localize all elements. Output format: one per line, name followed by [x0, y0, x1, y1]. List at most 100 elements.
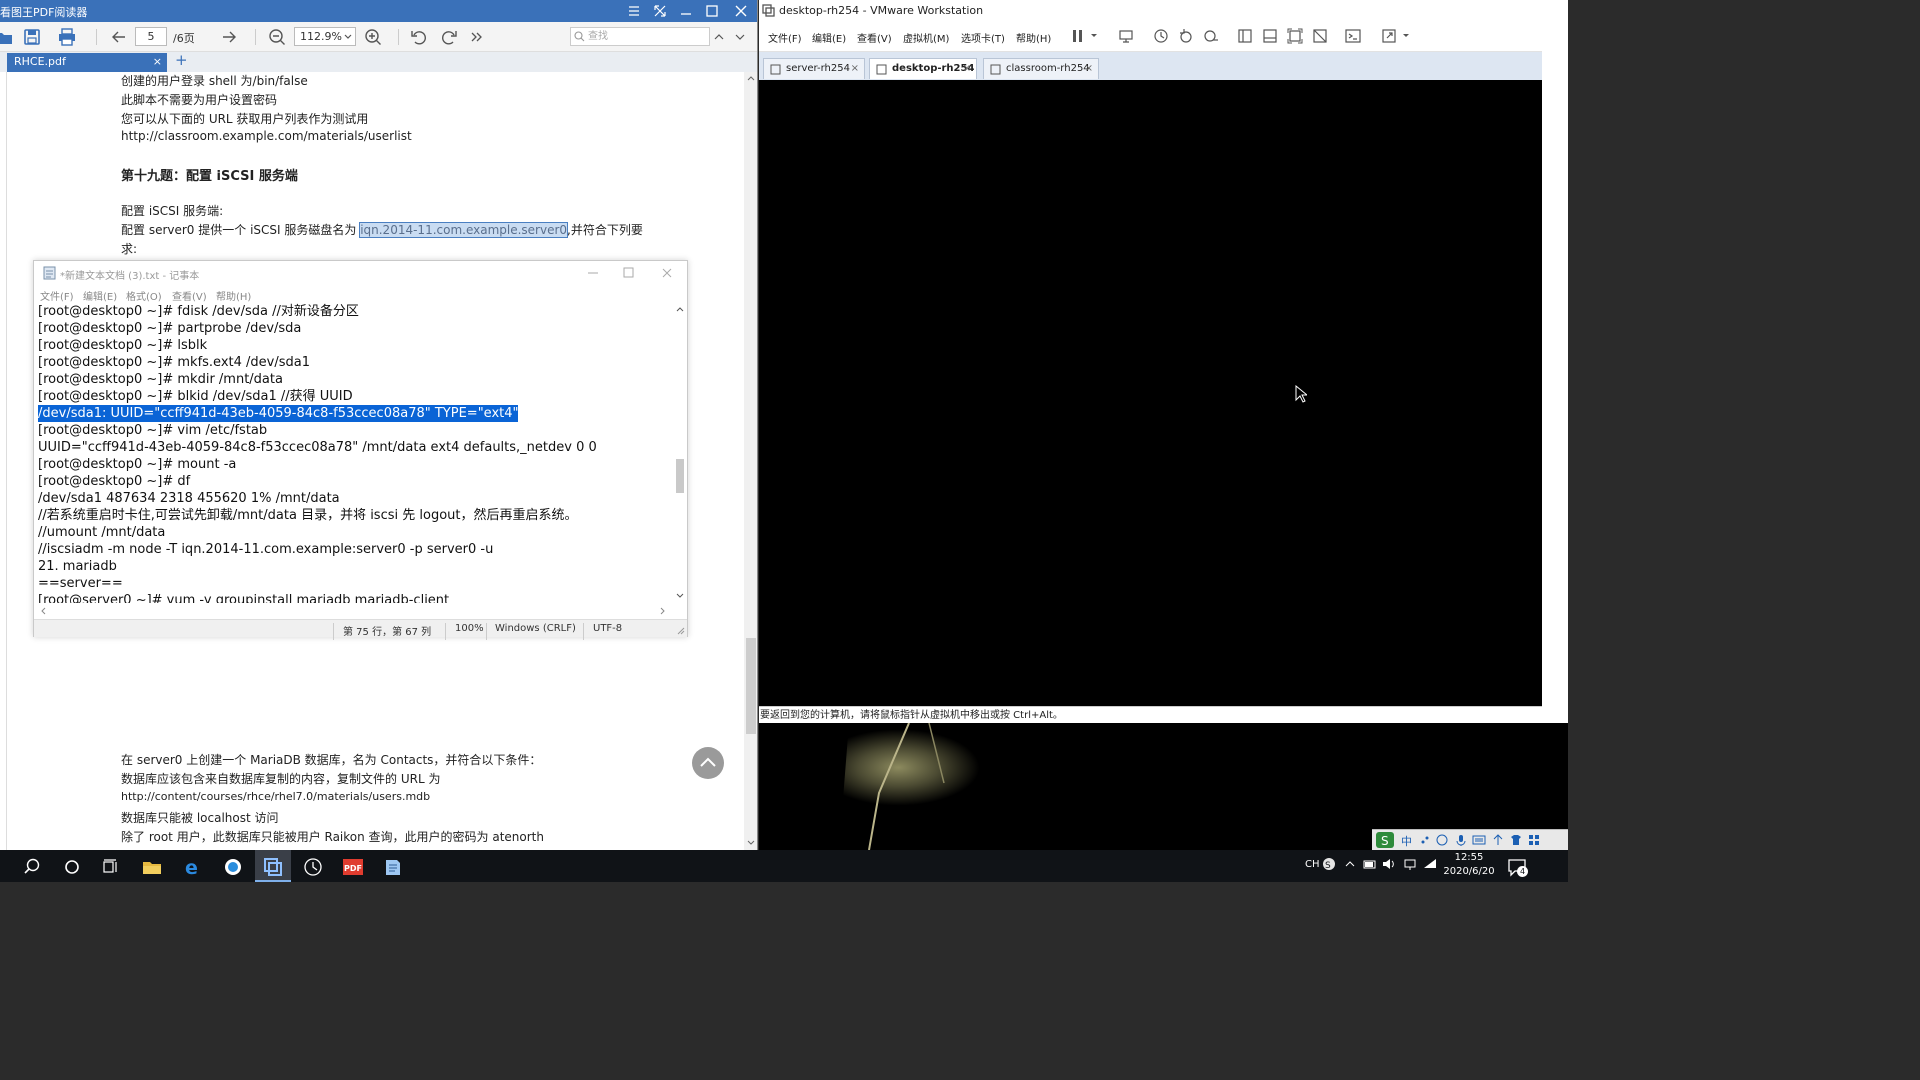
zoom-out-icon[interactable] [267, 27, 287, 47]
menu-help[interactable]: 帮助(H) [216, 288, 251, 303]
chevron-down-icon[interactable] [1090, 32, 1098, 40]
tshirt-icon[interactable] [1510, 834, 1522, 846]
pdf-tab-rhce[interactable]: RHCE.pdf × [7, 53, 167, 72]
vm-tab-desktop[interactable]: desktop-rh254 × [869, 58, 977, 79]
more-icon[interactable] [466, 27, 486, 47]
search-prev-icon[interactable] [710, 27, 730, 47]
full-screen-icon[interactable] [1287, 28, 1303, 44]
menu-format[interactable]: 格式(O) [126, 288, 162, 303]
menu-edit[interactable]: 编辑(E) [83, 288, 117, 303]
file-explorer-icon[interactable] [141, 856, 163, 878]
library-view-icon[interactable] [1237, 28, 1253, 44]
close-tab-icon[interactable]: × [851, 59, 859, 79]
notepad-vertical-scrollbar[interactable] [673, 303, 687, 603]
close-tab-icon[interactable]: × [963, 59, 971, 79]
sogou-tray-icon[interactable]: S [1321, 856, 1343, 878]
vm-display[interactable] [759, 80, 1542, 706]
rotate-left-icon[interactable] [409, 27, 429, 47]
notepad-icon[interactable] [382, 856, 404, 878]
toolbox-icon[interactable] [1528, 834, 1540, 846]
unity-icon[interactable] [1312, 28, 1328, 44]
menu-file[interactable]: 文件(F) [40, 288, 74, 303]
pdf-link[interactable]: http://content/courses/rhce/rhel7.0/mate… [121, 790, 430, 803]
chevron-up-icon[interactable] [1342, 856, 1364, 878]
next-page-icon[interactable] [219, 27, 239, 47]
snapshot-manager-icon[interactable] [1203, 28, 1219, 44]
zoom-select[interactable]: 112.9% [294, 27, 356, 46]
sogou-logo-icon[interactable]: S [1375, 831, 1395, 849]
pdf-scroll-thumb[interactable] [746, 638, 756, 734]
fullscreen-icon[interactable] [652, 3, 670, 19]
vm-tab-classroom[interactable]: classroom-rh254 × [983, 58, 1099, 79]
microphone-icon[interactable] [1455, 834, 1467, 846]
menu-icon[interactable] [626, 3, 644, 19]
minimize-button[interactable] [678, 3, 696, 19]
search-input[interactable]: 查找 [570, 27, 710, 46]
menu-view[interactable]: 查看(V) [857, 30, 892, 45]
vm-tab-server[interactable]: server-rh254 × [763, 58, 865, 79]
maximize-button[interactable] [622, 266, 636, 280]
cortana-icon[interactable] [61, 856, 83, 878]
edge-icon[interactable]: e [182, 856, 204, 878]
zoom-in-icon[interactable] [363, 27, 383, 47]
menu-tabs[interactable]: 选项卡(T) [961, 30, 1005, 45]
stretch-icon[interactable] [1381, 28, 1397, 44]
system-clock[interactable]: 12:55 2020/6/20 [1438, 851, 1500, 879]
menu-vm[interactable]: 虚拟机(M) [903, 30, 949, 45]
add-tab-icon[interactable]: + [175, 51, 188, 69]
menu-file[interactable]: 文件(F) [768, 30, 802, 45]
search-next-icon[interactable] [731, 27, 751, 47]
punctuation-icon[interactable] [1419, 834, 1431, 846]
snapshot-icon[interactable] [1153, 28, 1169, 44]
send-ctrl-alt-del-icon[interactable] [1118, 28, 1134, 44]
revert-snapshot-icon[interactable] [1178, 28, 1194, 44]
open-folder-icon[interactable] [0, 27, 14, 47]
chat-app-icon[interactable] [222, 856, 244, 878]
pdf-scrollbar[interactable] [744, 72, 757, 850]
page-number-input[interactable]: 5 [135, 27, 167, 46]
close-tab-icon[interactable]: × [153, 53, 162, 71]
menu-edit[interactable]: 编辑(E) [812, 30, 846, 45]
save-icon[interactable] [22, 27, 42, 47]
scroll-right-icon[interactable] [660, 607, 666, 615]
emoji-icon[interactable] [1436, 834, 1448, 846]
menu-view[interactable]: 查看(V) [172, 288, 207, 303]
notepad-horizontal-scrollbar[interactable] [38, 604, 673, 618]
minimize-button[interactable] [586, 266, 600, 280]
chevron-down-icon[interactable] [1402, 32, 1410, 40]
ime-mode[interactable]: 中 [1401, 833, 1412, 849]
resize-grip-icon[interactable] [676, 626, 685, 635]
highlighted-text[interactable]: iqn.2014-11.com.example.server0 [359, 222, 569, 238]
close-button[interactable] [660, 266, 674, 280]
skin-icon[interactable] [1492, 834, 1504, 846]
clock-app-icon[interactable] [302, 856, 324, 878]
scroll-up-icon[interactable] [676, 306, 684, 312]
scroll-up-icon[interactable] [747, 75, 755, 81]
notepad-scroll-thumb[interactable] [676, 459, 684, 493]
volume-icon[interactable] [1381, 856, 1403, 878]
console-icon[interactable] [1345, 28, 1361, 44]
thumbnail-view-icon[interactable] [1262, 28, 1278, 44]
maximize-button[interactable] [704, 3, 722, 19]
search-icon[interactable] [23, 856, 45, 878]
network-icon[interactable] [1402, 856, 1424, 878]
close-button[interactable] [733, 3, 751, 19]
scroll-down-icon[interactable] [676, 593, 684, 599]
text-line: [root@desktop0 ~]# vim /etc/fstab [38, 423, 268, 438]
notepad-text-area[interactable]: [root@desktop0 ~]# fdisk /dev/sda //对新设备… [38, 303, 668, 603]
menu-help[interactable]: 帮助(H) [1016, 30, 1051, 45]
pause-icon[interactable] [1072, 29, 1084, 43]
scroll-left-icon[interactable] [40, 607, 46, 615]
close-tab-icon[interactable]: × [1085, 59, 1093, 79]
input-language[interactable]: CH [1305, 859, 1320, 870]
back-to-top-button[interactable] [692, 747, 724, 779]
print-icon[interactable] [57, 27, 77, 47]
scroll-down-icon[interactable] [747, 840, 755, 846]
pdf-reader-icon[interactable]: PDF [342, 856, 364, 878]
taskbar-vmware-active[interactable] [255, 850, 291, 882]
previous-page-icon[interactable] [109, 27, 129, 47]
rotate-right-icon[interactable] [439, 27, 459, 47]
task-view-icon[interactable] [100, 856, 122, 878]
keyboard-icon[interactable] [1472, 834, 1486, 846]
pdf-link[interactable]: http://classroom.example.com/materials/u… [121, 129, 412, 143]
